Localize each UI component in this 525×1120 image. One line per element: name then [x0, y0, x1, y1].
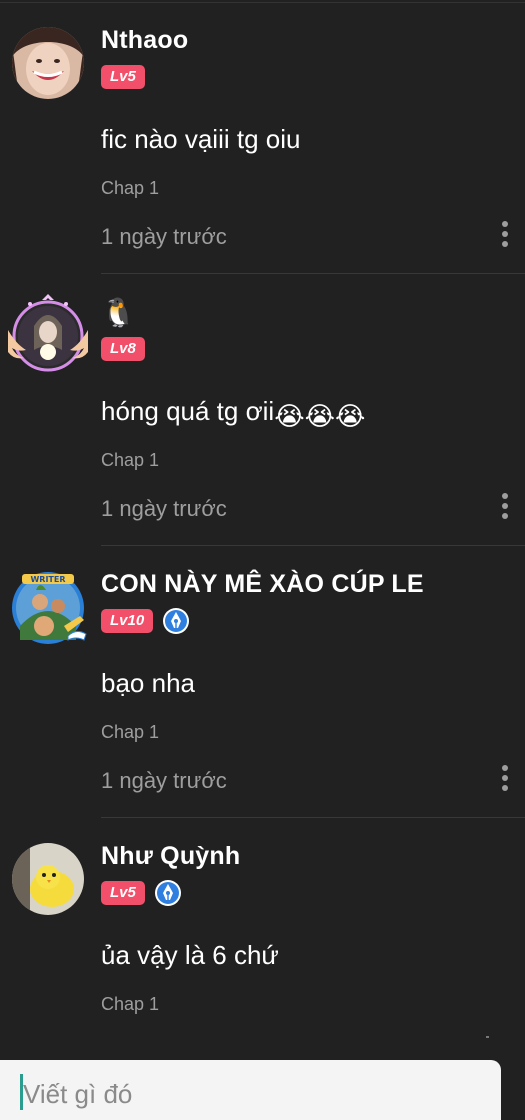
level-badge: Lv5: [101, 65, 145, 89]
user-avatar[interactable]: WRITER: [6, 566, 90, 650]
chapter-label[interactable]: Chap 1: [101, 178, 159, 199]
chapter-label[interactable]: Chap 1: [101, 450, 159, 471]
username[interactable]: Như Quỳnh: [101, 842, 240, 871]
timestamp: 1 ngày trước: [101, 768, 227, 793]
level-badge: Lv10: [101, 609, 154, 633]
user-avatar[interactable]: [12, 843, 84, 915]
timestamp: 1 ngày trước: [101, 224, 227, 249]
frame-label: WRITER: [30, 575, 65, 584]
more-options-icon[interactable]: [496, 765, 514, 795]
level-badge: Lv8: [101, 337, 145, 361]
writer-pen-icon: [154, 879, 182, 907]
comment-text-body: hóng quá tg ơii: [101, 396, 275, 426]
comment-text: bạo nha: [101, 668, 195, 698]
badge-row: Lv5: [101, 64, 145, 90]
badge-row: Lv5: [101, 880, 182, 906]
comment-divider: [101, 545, 525, 546]
timestamp: 1 ngày trước: [101, 496, 227, 521]
comment-divider: [101, 817, 525, 818]
crying-emoji: 😭😭😭: [274, 401, 366, 431]
username[interactable]: Nthaoo: [101, 26, 188, 55]
more-options-icon[interactable]: [496, 221, 514, 251]
comment-input-area: Viết gì đó: [0, 1045, 525, 1120]
chapter-label[interactable]: Chap 1: [101, 994, 159, 1015]
user-avatar[interactable]: [6, 290, 90, 374]
comment-text: ủa vậy là 6 chứ: [101, 940, 279, 970]
scroll-hint: [486, 1036, 489, 1038]
comment-divider: [101, 273, 525, 274]
writer-pen-icon: [162, 607, 190, 635]
badge-row: Lv10: [101, 608, 190, 634]
comment-text: hóng quá tg ơii😭😭😭: [101, 396, 365, 432]
comment-text: fic nào vạiii tg oiu: [101, 124, 301, 154]
comment-input-placeholder: Viết gì đó: [23, 1079, 133, 1109]
more-options-icon[interactable]: [496, 493, 514, 523]
chapter-label[interactable]: Chap 1: [101, 722, 159, 743]
level-badge: Lv5: [101, 881, 145, 905]
badge-row: Lv8: [101, 336, 145, 362]
username[interactable]: CON NÀY MÊ XÀO CÚP LE: [101, 570, 424, 599]
user-avatar[interactable]: [12, 27, 84, 99]
username[interactable]: 🐧: [101, 296, 136, 329]
comment-input[interactable]: Viết gì đó: [0, 1060, 501, 1120]
top-divider: [0, 2, 525, 3]
